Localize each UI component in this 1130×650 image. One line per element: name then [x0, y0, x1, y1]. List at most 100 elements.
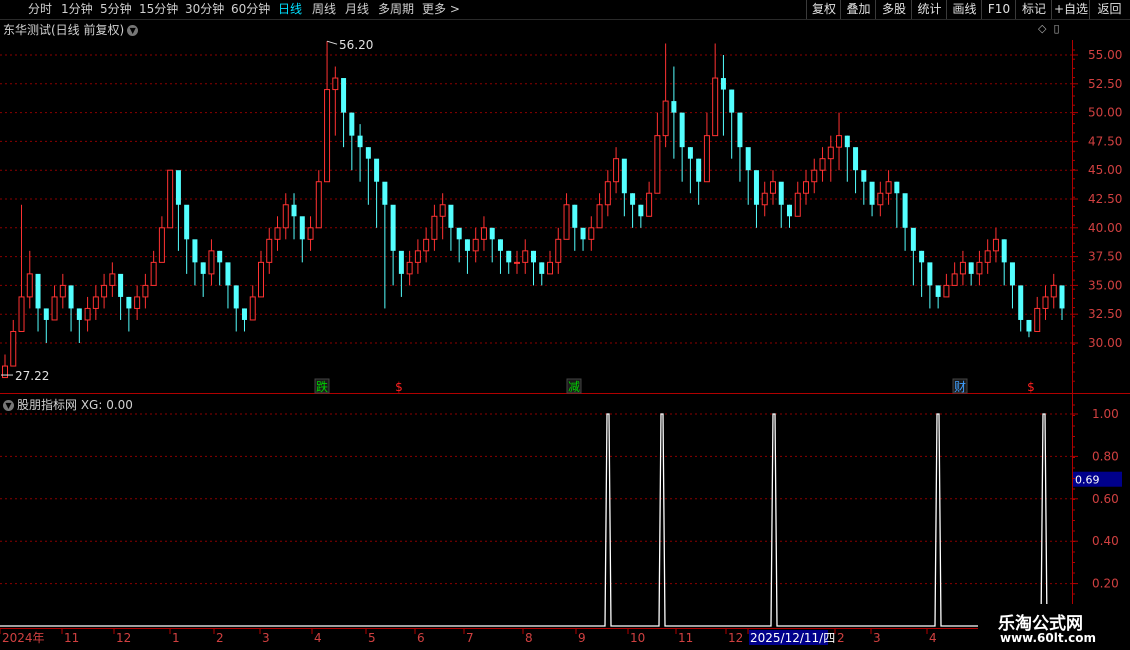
candlestick[interactable] — [84, 296, 91, 332]
candlestick[interactable] — [390, 204, 396, 286]
candlestick[interactable] — [365, 147, 371, 205]
candlestick[interactable] — [282, 193, 289, 240]
candlestick[interactable] — [406, 250, 413, 286]
candlestick[interactable] — [167, 169, 174, 229]
candlestick[interactable] — [555, 227, 562, 274]
candlestick[interactable] — [101, 273, 108, 309]
candlestick[interactable] — [480, 216, 487, 251]
candlestick[interactable] — [266, 227, 273, 274]
candlestick[interactable] — [315, 170, 322, 229]
chart-canvas[interactable]: 0.69 55.00 52.50 50.00 47.50 45.00 42.50 40.00… — [0, 0, 1130, 650]
candlestick[interactable] — [1059, 285, 1065, 320]
candlestick[interactable] — [332, 66, 339, 136]
candlestick[interactable] — [662, 43, 669, 148]
candlestick[interactable] — [604, 170, 611, 217]
event-marker[interactable]: 跌 — [314, 378, 330, 394]
candlestick[interactable] — [720, 55, 726, 136]
candlestick[interactable] — [959, 250, 966, 286]
candlestick[interactable] — [92, 285, 99, 320]
candlestick[interactable] — [341, 78, 347, 148]
candlestick[interactable] — [448, 204, 454, 251]
candlestick[interactable] — [184, 204, 190, 274]
candlestick[interactable] — [134, 285, 141, 320]
candlestick[interactable] — [109, 262, 116, 297]
candlestick[interactable] — [621, 158, 627, 217]
candlestick[interactable] — [976, 250, 983, 286]
candlestick[interactable] — [158, 216, 165, 263]
candlestick[interactable] — [307, 216, 314, 251]
candlestick[interactable] — [192, 239, 198, 286]
candlestick[interactable] — [827, 135, 834, 182]
candlestick[interactable] — [200, 262, 206, 297]
candlestick[interactable] — [679, 112, 685, 182]
candlestick[interactable] — [778, 181, 784, 228]
candlestick[interactable] — [696, 158, 702, 205]
candlestick[interactable] — [844, 135, 850, 182]
candlestick[interactable] — [853, 147, 859, 194]
candlestick[interactable] — [299, 216, 305, 263]
candlestick[interactable] — [150, 250, 157, 286]
candlestick[interactable] — [1009, 262, 1015, 309]
candlestick[interactable] — [522, 239, 529, 274]
candlestick[interactable] — [382, 181, 388, 309]
candlestick[interactable] — [35, 273, 41, 332]
candlestick[interactable] — [984, 239, 991, 274]
event-marker[interactable]: 财 — [952, 378, 968, 394]
candlestick[interactable] — [142, 273, 149, 309]
candlestick[interactable] — [761, 181, 768, 217]
candlestick[interactable] — [836, 112, 843, 171]
candlestick[interactable] — [489, 227, 495, 263]
candlestick[interactable] — [241, 308, 247, 332]
candlestick[interactable] — [927, 262, 933, 309]
candlestick[interactable] — [894, 181, 900, 228]
candlestick[interactable] — [580, 227, 586, 251]
candlestick[interactable] — [51, 285, 58, 321]
candlestick[interactable] — [513, 250, 520, 274]
candlestick[interactable] — [249, 285, 256, 321]
candlestick[interactable] — [588, 216, 595, 251]
candlestick[interactable] — [613, 147, 620, 194]
candlestick[interactable] — [76, 308, 82, 343]
candlestick[interactable] — [472, 227, 479, 263]
candlestick[interactable] — [175, 170, 181, 251]
candlestick[interactable] — [1001, 239, 1007, 286]
candlestick[interactable] — [745, 147, 751, 205]
candlestick[interactable] — [819, 147, 826, 182]
candlestick[interactable] — [654, 112, 661, 194]
candlestick[interactable] — [225, 262, 231, 309]
candlestick[interactable] — [572, 204, 578, 251]
candlestick[interactable] — [811, 158, 818, 194]
candlestick[interactable] — [794, 181, 801, 217]
event-marker[interactable]: $ — [1027, 380, 1035, 394]
candlestick[interactable] — [274, 216, 281, 251]
candlestick[interactable] — [919, 250, 925, 297]
candlestick[interactable] — [712, 43, 719, 137]
candlestick[interactable] — [208, 239, 215, 286]
candlestick[interactable] — [1034, 296, 1041, 332]
candlestick[interactable] — [43, 308, 49, 343]
candlestick[interactable] — [943, 273, 950, 298]
candlestick[interactable] — [902, 193, 908, 251]
candlestick[interactable] — [630, 193, 636, 228]
candlestick[interactable] — [638, 204, 644, 228]
candlestick[interactable] — [398, 250, 404, 297]
candlestick[interactable] — [68, 285, 74, 332]
candlestick[interactable] — [563, 193, 570, 240]
candlestick[interactable] — [703, 112, 710, 183]
candlestick[interactable] — [414, 239, 421, 274]
event-marker[interactable]: $ — [395, 380, 403, 394]
candlestick[interactable] — [431, 204, 438, 251]
candlestick[interactable] — [646, 181, 653, 217]
candlestick[interactable] — [257, 250, 264, 298]
candlestick[interactable] — [423, 227, 430, 263]
candlestick[interactable] — [877, 181, 884, 217]
candlestick[interactable] — [439, 193, 446, 240]
candlestick[interactable] — [26, 250, 33, 309]
candlestick[interactable] — [59, 273, 66, 309]
candlestick[interactable] — [357, 124, 363, 182]
event-marker[interactable]: 减 — [566, 378, 582, 394]
candlestick[interactable] — [1050, 273, 1057, 309]
candlestick[interactable] — [291, 193, 297, 240]
candlestick[interactable] — [769, 170, 776, 205]
candlestick[interactable] — [1018, 285, 1024, 332]
